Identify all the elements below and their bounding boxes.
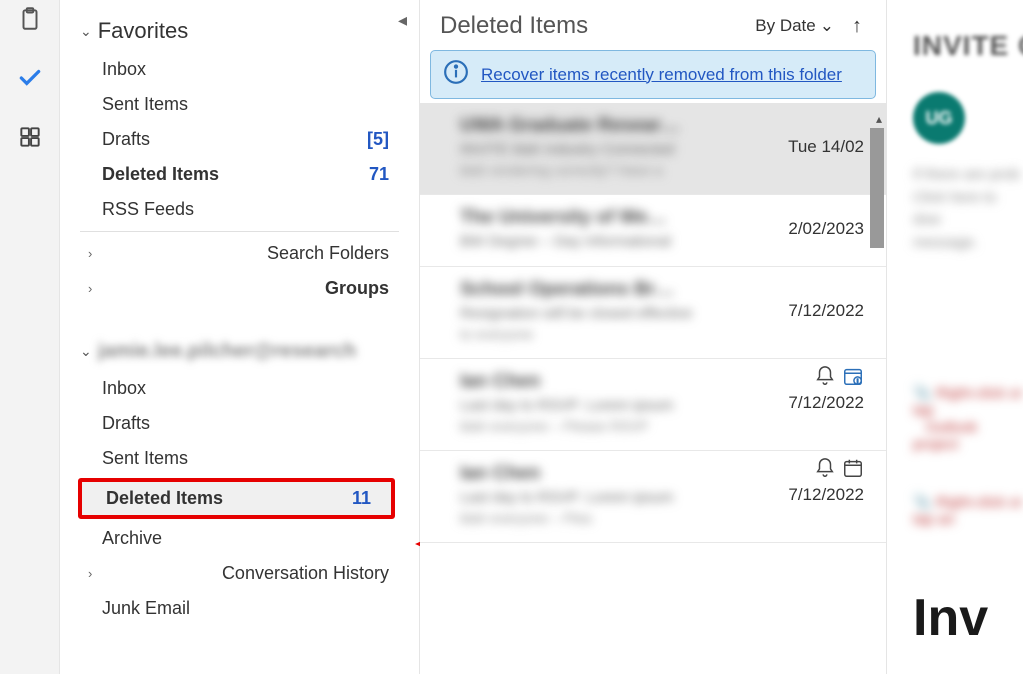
folder-label: Inbox — [102, 378, 146, 399]
chevron-right-icon: › — [88, 281, 102, 296]
scroll-up-icon[interactable]: ▴ — [876, 112, 882, 126]
bell-icon — [814, 457, 836, 484]
sort-direction-button[interactable]: ↑ — [848, 15, 866, 38]
folder-label: Groups — [325, 278, 389, 299]
message-date: 7/12/2022 — [788, 301, 864, 321]
attachment-banner: 📎 Right-click or tap Outlook project — [913, 384, 1023, 453]
folder-label: Sent Items — [102, 94, 188, 115]
message-subject: Last day to RSVP: Lorem ipsum — [460, 397, 776, 414]
calendar-icon — [842, 457, 864, 484]
sort-by-button[interactable]: By Date ⌄ — [755, 16, 834, 36]
message-date: 7/12/2022 — [788, 485, 864, 505]
folder-inbox[interactable]: Inbox — [60, 52, 419, 87]
bell-icon — [814, 365, 836, 392]
folder-label: Deleted Items — [106, 488, 223, 509]
folder-sent-items[interactable]: Sent Items — [60, 441, 419, 476]
divider — [80, 231, 399, 232]
reading-pane: INVITE G UG If there are probClick here … — [886, 0, 1023, 674]
folder-label: Archive — [102, 528, 162, 549]
message-preview: blah rendering correctly? Have a — [460, 162, 776, 178]
message-preview: blah everyone – Please RSVP — [460, 418, 776, 434]
chevron-down-icon: ⌄ — [80, 23, 92, 40]
deleted-items-highlight: Deleted Items 11 — [78, 478, 395, 519]
info-icon — [443, 59, 469, 90]
check-icon[interactable] — [17, 65, 43, 96]
svg-text:i: i — [857, 378, 858, 385]
folder-search-folders[interactable]: › Search Folders — [60, 236, 419, 271]
folder-drafts[interactable]: Drafts — [60, 406, 419, 441]
folder-label: Conversation History — [222, 563, 389, 584]
recover-link[interactable]: Recover items recently removed from this… — [481, 65, 842, 85]
recover-banner: Recover items recently removed from this… — [430, 50, 876, 99]
folder-count: 11 — [352, 488, 371, 509]
message-subject: INVITE blah industry Connected — [460, 141, 776, 158]
message-preview: blah everyone – Plea — [460, 510, 776, 526]
folder-label: Inbox — [102, 59, 146, 80]
message-subject: Last day to RSVP: Lorem ipsum — [460, 489, 776, 506]
folder-label: Junk Email — [102, 598, 190, 619]
message-sender: The University of We… — [460, 207, 776, 229]
folder-archive[interactable]: Archive — [60, 521, 419, 556]
message-title: INVITE G — [913, 30, 1023, 62]
folder-sent-items[interactable]: Sent Items — [60, 87, 419, 122]
scrollbar-thumb[interactable] — [870, 128, 884, 248]
message-subject: BW Degree – Day informational — [460, 233, 776, 250]
folder-label: Drafts — [102, 413, 150, 434]
message-item[interactable]: Ian Chen Last day to RSVP: Lorem ipsum b… — [420, 451, 886, 543]
folder-deleted-items[interactable]: Deleted Items 71 — [60, 157, 419, 192]
folder-label: Search Folders — [267, 243, 389, 264]
message-item[interactable]: The University of We… BW Degree – Day in… — [420, 195, 886, 267]
message-list-pane: Deleted Items By Date ⌄ ↑ Recover items … — [420, 0, 886, 674]
folder-deleted-items[interactable]: Deleted Items 11 — [82, 482, 391, 515]
message-body-heading: Inv — [913, 588, 1023, 648]
message-date: 2/02/2023 — [788, 219, 864, 239]
favorites-label: Favorites — [98, 18, 188, 44]
message-item[interactable]: UWA Graduate Resear… INVITE blah industr… — [420, 103, 886, 195]
avatar: UG — [913, 92, 965, 144]
message-sender: Ian Chen — [460, 371, 776, 393]
folder-conversation-history[interactable]: › Conversation History — [60, 556, 419, 591]
message-preview: to everyone — [460, 326, 776, 342]
collapse-sidebar-button[interactable]: ◂ — [398, 10, 407, 31]
chevron-right-icon: › — [88, 246, 102, 261]
folder-groups[interactable]: › Groups — [60, 271, 419, 306]
folder-label: Sent Items — [102, 448, 188, 469]
attachment-banner: 📎 Right-click or tap an — [913, 493, 1023, 528]
message-meta: If there are probClick here to dowmessag… — [913, 164, 1023, 254]
folder-label: Deleted Items — [102, 164, 219, 185]
folder-count: [5] — [367, 129, 389, 150]
message-subject: Resignation will be closed effective — [460, 305, 776, 322]
folder-count: 71 — [369, 164, 389, 185]
folder-sidebar: ◂ ⌄ Favorites Inbox Sent Items Drafts [5] De… — [60, 0, 420, 674]
message-sender: UWA Graduate Resear… — [460, 115, 776, 137]
folder-drafts[interactable]: Drafts [5] — [60, 122, 419, 157]
message-date: Tue 14/02 — [788, 137, 864, 157]
message-sender: Ian Chen — [460, 463, 776, 485]
folder-label: RSS Feeds — [102, 199, 194, 220]
clipboard-icon[interactable] — [17, 6, 43, 37]
folder-title: Deleted Items — [440, 12, 741, 40]
favorites-header[interactable]: ⌄ Favorites — [60, 10, 419, 52]
chevron-right-icon: › — [88, 566, 102, 581]
message-sender: School Operations Br… — [460, 279, 776, 301]
message-item[interactable]: i Ian Chen Last day to RSVP: Lorem ipsum… — [420, 359, 886, 451]
message-item[interactable]: School Operations Br… Resignation will b… — [420, 267, 886, 359]
chevron-down-icon: ⌄ — [820, 16, 834, 36]
chevron-down-icon: ⌄ — [80, 343, 92, 360]
folder-inbox[interactable]: Inbox — [60, 371, 419, 406]
folder-label: Drafts — [102, 129, 150, 150]
folder-rss-feeds[interactable]: RSS Feeds — [60, 192, 419, 227]
account-label: jamie.lee.pilcher@research… — [98, 340, 358, 363]
calendar-info-icon: i — [842, 365, 864, 392]
folder-junk-email[interactable]: Junk Email — [60, 591, 419, 626]
nav-rail — [0, 0, 60, 674]
account-header[interactable]: ⌄ jamie.lee.pilcher@research… — [60, 332, 419, 371]
grid-icon[interactable] — [17, 124, 43, 155]
message-date: 7/12/2022 — [788, 393, 864, 413]
sort-label: By Date — [755, 16, 815, 36]
